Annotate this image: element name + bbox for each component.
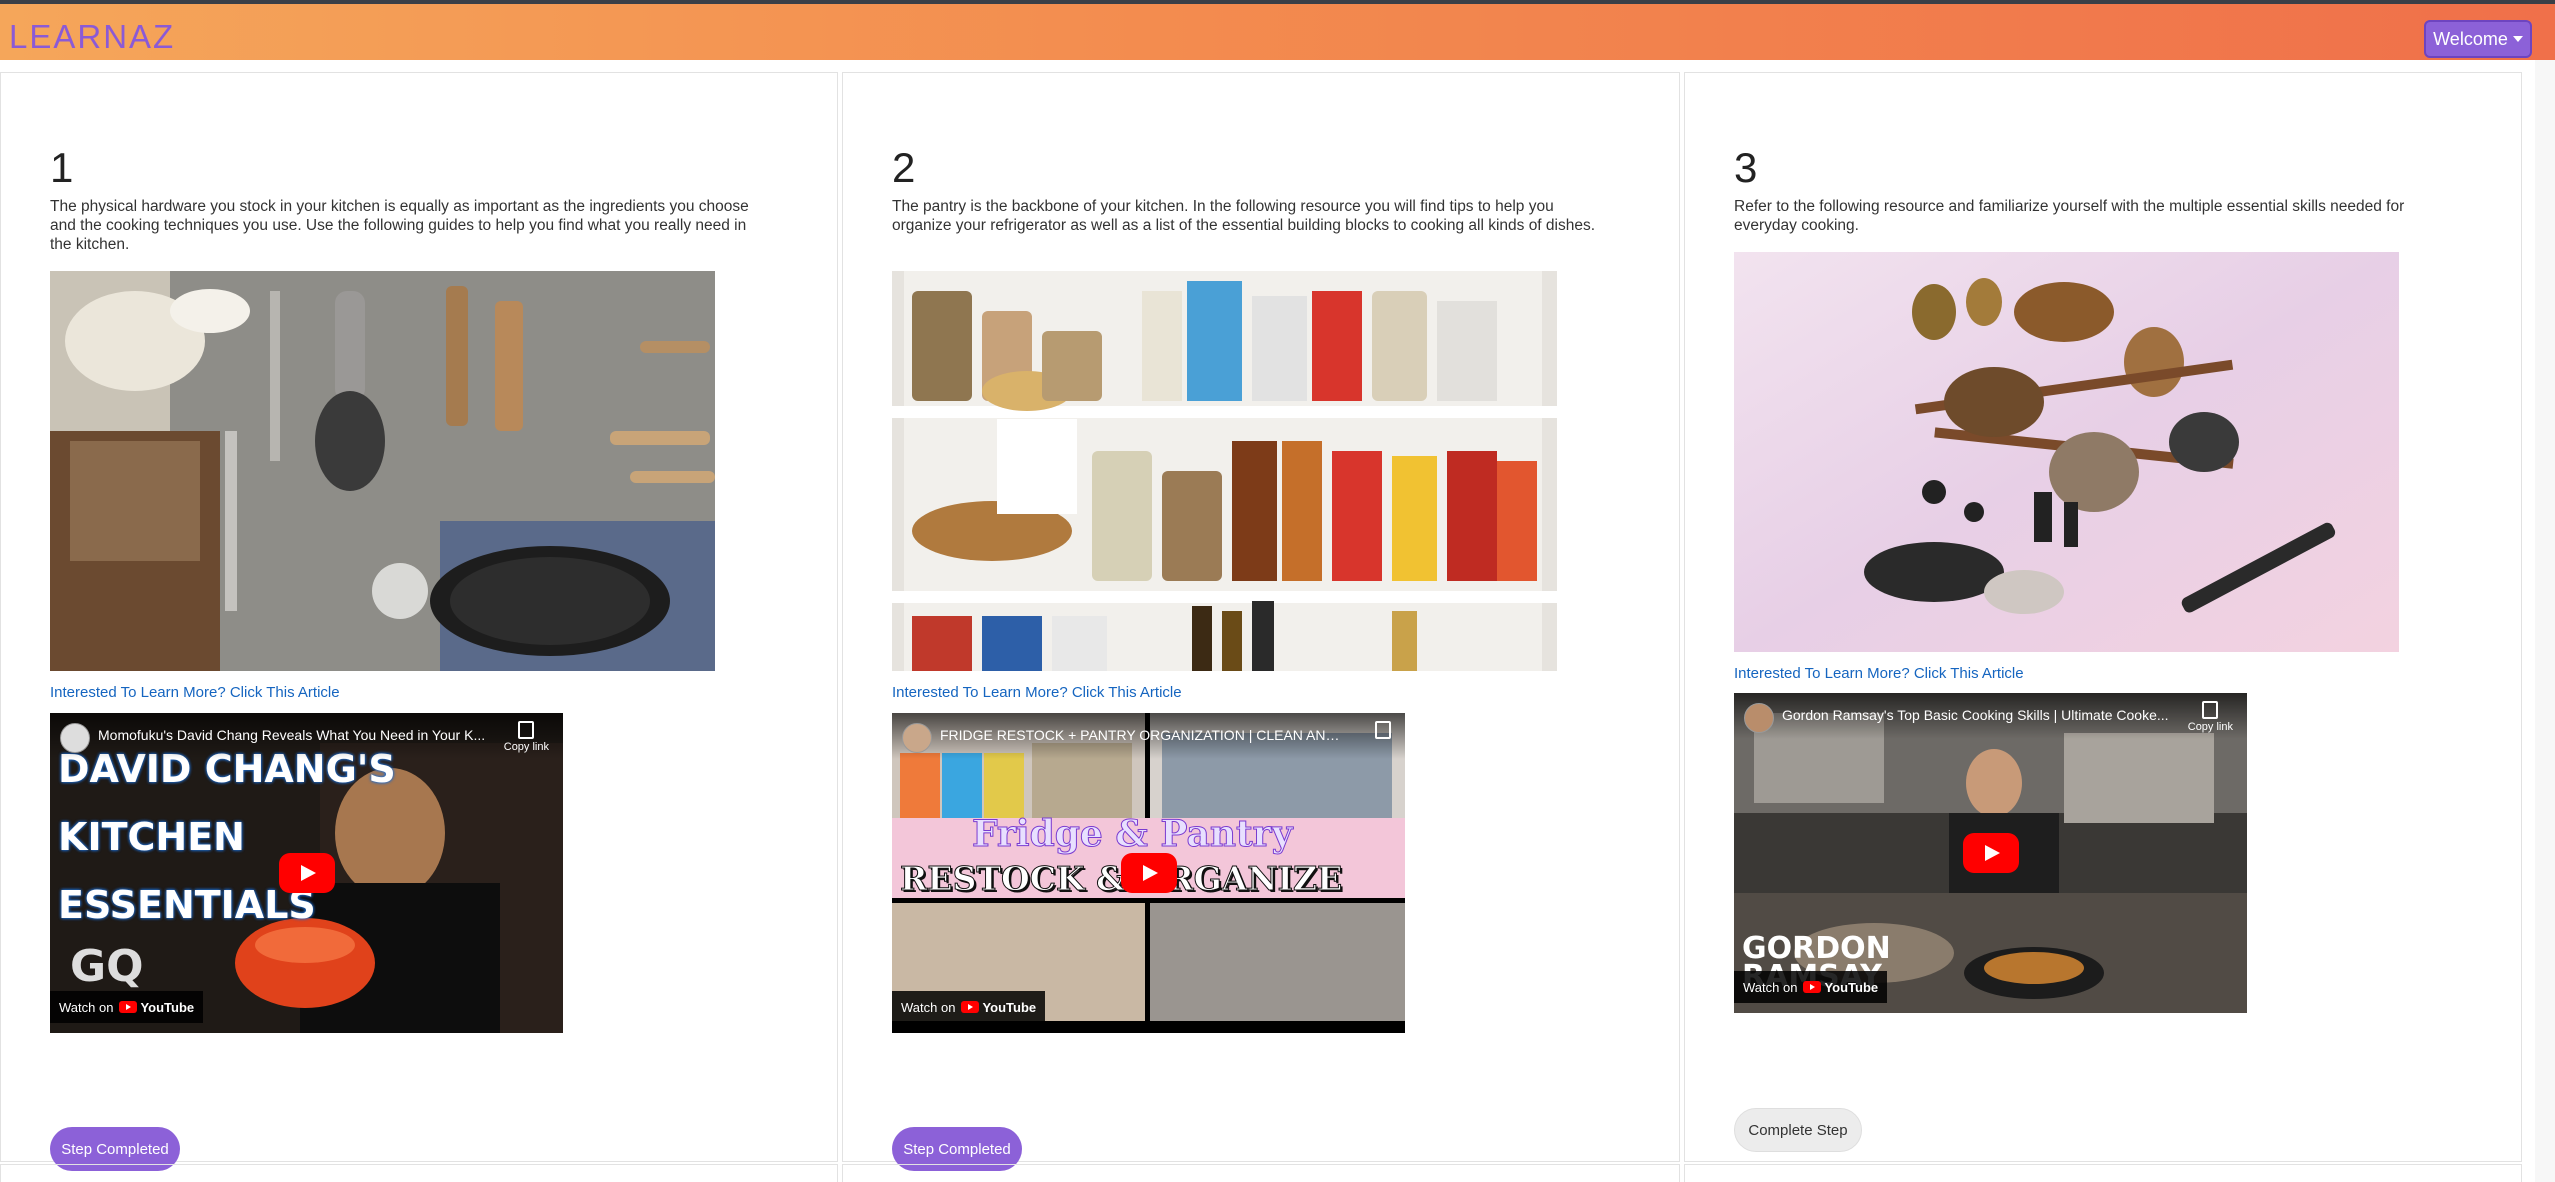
channel-avatar[interactable]: [902, 723, 932, 753]
step-card-2: 2 The pantry is the backbone of your kit…: [842, 72, 1680, 1171]
video-title[interactable]: FRIDGE RESTOCK + PANTRY ORGANIZATION | C…: [940, 727, 1340, 743]
watch-on-youtube-button[interactable]: Watch on YouTube: [50, 991, 204, 1023]
video-overlay-line: KITCHEN: [58, 815, 245, 859]
copy-link-button[interactable]: Copy link: [2188, 701, 2233, 733]
step-card-3: 3 Refer to the following resource and fa…: [1684, 72, 2522, 1162]
welcome-label: Welcome: [2433, 28, 2508, 49]
play-button-icon[interactable]: [1962, 833, 2019, 873]
watch-on-youtube-button[interactable]: Watch on YouTube: [892, 991, 1046, 1023]
copy-icon: [2202, 701, 2219, 719]
step-description: Refer to the following resource and fami…: [1734, 198, 2405, 234]
video-title[interactable]: Momofuku's David Chang Reveals What You …: [98, 727, 498, 743]
video-title[interactable]: Gordon Ramsay's Top Basic Cooking Skills…: [1782, 707, 2182, 723]
step-description: The pantry is the backbone of your kitch…: [892, 198, 1596, 234]
play-button-icon[interactable]: [278, 853, 335, 893]
youtube-video-embed[interactable]: GORDON RAMSAY Gordon Ramsay's Top Basic …: [1734, 693, 2247, 1013]
step-number: 1: [50, 144, 74, 191]
youtube-logo-icon: YouTube: [961, 1000, 1036, 1015]
video-overlay-line: Fridge & Pantry: [972, 813, 1294, 856]
step-card-4-partial: [0, 1164, 838, 1182]
copy-link-label: Copy link: [503, 741, 549, 753]
play-button-icon[interactable]: [1120, 853, 1177, 893]
step-card-1: 1 The physical hardware you stock in you…: [0, 72, 838, 1171]
gq-logo: GQ: [70, 941, 144, 992]
video-overlay-line: ESSENTIALS: [58, 883, 316, 927]
scrollbar-track[interactable]: [2535, 60, 2555, 1182]
watch-on-label: Watch on: [1743, 979, 1798, 995]
copy-link-button[interactable]: Copy link: [504, 721, 549, 753]
youtube-logo-icon: YouTube: [119, 1000, 194, 1015]
step-number: 3: [1734, 144, 1758, 191]
watch-on-youtube-button[interactable]: Watch on YouTube: [1734, 971, 1888, 1003]
copy-link-button[interactable]: [1375, 721, 1391, 741]
brand-logo[interactable]: LEARNAZ: [9, 18, 175, 56]
youtube-logo-icon: YouTube: [1803, 980, 1878, 995]
caret-down-icon: [2512, 36, 2523, 42]
welcome-dropdown-button[interactable]: Welcome: [2424, 20, 2532, 58]
step-number: 2: [892, 144, 916, 191]
top-navbar: LEARNAZ Welcome: [0, 0, 2555, 60]
pantry-image: [892, 271, 1557, 671]
kitchen-tools-image: [50, 271, 715, 671]
copy-icon: [518, 721, 535, 739]
channel-avatar[interactable]: [60, 723, 90, 753]
copy-link-label: Copy link: [2187, 721, 2233, 733]
step-card-6-partial: [1684, 1164, 2522, 1182]
watch-on-label: Watch on: [901, 999, 956, 1015]
flying-pots-image: [1734, 252, 2399, 652]
channel-avatar[interactable]: [1744, 703, 1774, 733]
copy-icon: [1375, 721, 1391, 739]
youtube-video-embed[interactable]: Fridge & Pantry RESTOCK & ORGANIZE FRIDG…: [892, 713, 1405, 1033]
article-link[interactable]: Interested To Learn More? Click This Art…: [1734, 665, 2024, 682]
watch-on-label: Watch on: [59, 999, 114, 1015]
youtube-video-embed[interactable]: DAVID CHANG'S KITCHEN ESSENTIALS GQ Momo…: [50, 713, 563, 1033]
article-link[interactable]: Interested To Learn More? Click This Art…: [50, 684, 340, 701]
step-description: The physical hardware you stock in your …: [50, 198, 749, 253]
complete-step-button[interactable]: Complete Step: [1734, 1108, 1862, 1152]
article-link[interactable]: Interested To Learn More? Click This Art…: [892, 684, 1182, 701]
step-card-5-partial: [842, 1164, 1680, 1182]
